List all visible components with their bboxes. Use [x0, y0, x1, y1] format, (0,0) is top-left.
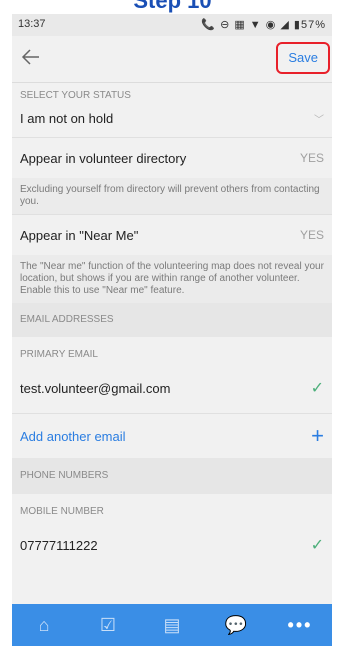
directory-value[interactable]: YES — [300, 151, 324, 165]
directory-label: Appear in volunteer directory — [20, 150, 187, 166]
status-section-label: SELECT YOUR STATUS — [20, 90, 131, 101]
status-select[interactable]: I am not on hold ﹀ — [12, 105, 332, 131]
status-bar: 13:37 📞 ⊖ ▦ ▼ ◉ ◢ ▮57% — [12, 14, 332, 36]
near-me-value[interactable]: YES — [300, 228, 324, 242]
add-email-label: Add another email — [20, 428, 126, 444]
mobile-number-row[interactable]: 07777111222 ✓ — [12, 530, 332, 560]
status-value: I am not on hold — [20, 110, 114, 126]
near-me-caption: The "Near me" function of the volunteeri… — [12, 255, 332, 303]
step-title: Step 10 — [133, 0, 212, 13]
directory-caption: Excluding yourself from directory will p… — [12, 178, 332, 214]
primary-email-label: PRIMARY EMAIL — [20, 349, 98, 360]
mobile-number-value: 07777111222 — [20, 537, 98, 553]
toolbar: Save — [12, 36, 332, 83]
more-icon[interactable]: ••• — [280, 615, 320, 636]
primary-email-value: test.volunteer@gmail.com — [20, 380, 171, 396]
status-icons: 📞 ⊖ ▦ ▼ ◉ ◢ ▮57% — [201, 19, 326, 31]
news-icon[interactable]: ▤ — [152, 615, 192, 636]
phone-screen: 13:37 📞 ⊖ ▦ ▼ ◉ ◢ ▮57% Save SELECT YOUR … — [12, 14, 332, 646]
mobile-number-label: MOBILE NUMBER — [20, 506, 104, 517]
chat-icon[interactable]: 💬 — [216, 615, 256, 636]
back-arrow-icon[interactable] — [20, 46, 46, 72]
chevron-down-icon: ﹀ — [314, 114, 324, 126]
status-time: 13:37 — [18, 18, 46, 30]
primary-email-row[interactable]: test.volunteer@gmail.com ✓ — [12, 373, 332, 403]
email-section-header: EMAIL ADDRESSES — [12, 303, 332, 337]
save-highlight-box — [276, 42, 330, 74]
near-me-row[interactable]: Appear in "Near Me" YES — [12, 215, 332, 255]
directory-row[interactable]: Appear in volunteer directory YES — [12, 138, 332, 178]
add-email-row[interactable]: Add another email + — [12, 414, 332, 458]
home-icon[interactable]: ⌂ — [24, 615, 64, 636]
settings-list: SELECT YOUR STATUS I am not on hold ﹀ Ap… — [12, 83, 332, 560]
plus-icon[interactable]: + — [311, 423, 324, 449]
check-icon: ✓ — [310, 380, 324, 397]
phone-section-header: PHONE NUMBERS — [12, 458, 332, 494]
check-icon: ✓ — [310, 537, 324, 554]
near-me-label: Appear in "Near Me" — [20, 227, 139, 243]
bottom-nav: ⌂ ☑ ▤ 💬 ••• — [12, 604, 332, 646]
check-box-icon[interactable]: ☑ — [88, 615, 128, 636]
